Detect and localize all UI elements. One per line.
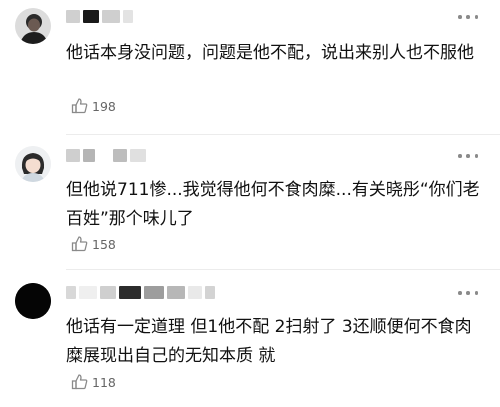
user-avatar[interactable] — [15, 283, 51, 319]
divider — [66, 134, 500, 135]
divider — [66, 269, 500, 270]
man-dark-avatar-icon — [15, 8, 51, 44]
username-blurred[interactable] — [66, 10, 136, 23]
girl-cartoon-avatar-icon — [15, 146, 51, 182]
like-count: 118 — [92, 374, 116, 390]
thumbs-up-icon — [71, 98, 88, 114]
comment-text: 他话有一定道理 但1他不配 2扫射了 3还顺便何不食肉糜展现出自己的无知本质 就 — [66, 317, 472, 366]
more-options-icon[interactable] — [458, 290, 478, 296]
like-count: 198 — [92, 98, 116, 114]
like-button[interactable]: 118 — [70, 372, 116, 392]
comment-text: 但他说711惨...我觉得他何不食肉糜...有关晓彤“你们老百姓”那个味儿了 — [66, 180, 480, 229]
black-circle-avatar-icon — [15, 283, 51, 319]
thumbs-up-icon — [71, 236, 88, 252]
thumbs-up-icon — [71, 374, 88, 390]
like-count: 158 — [92, 236, 116, 252]
like-button[interactable]: 198 — [70, 96, 116, 116]
more-options-icon[interactable] — [458, 14, 478, 20]
username-blurred[interactable] — [66, 286, 218, 299]
username-blurred[interactable] — [66, 149, 149, 162]
comment-text: 他话本身没问题，问题是他不配，说出来别人也不服他 — [66, 43, 474, 63]
more-options-icon[interactable] — [458, 153, 478, 159]
like-button[interactable]: 158 — [70, 234, 116, 254]
user-avatar[interactable] — [15, 146, 51, 182]
user-avatar[interactable] — [15, 8, 51, 44]
